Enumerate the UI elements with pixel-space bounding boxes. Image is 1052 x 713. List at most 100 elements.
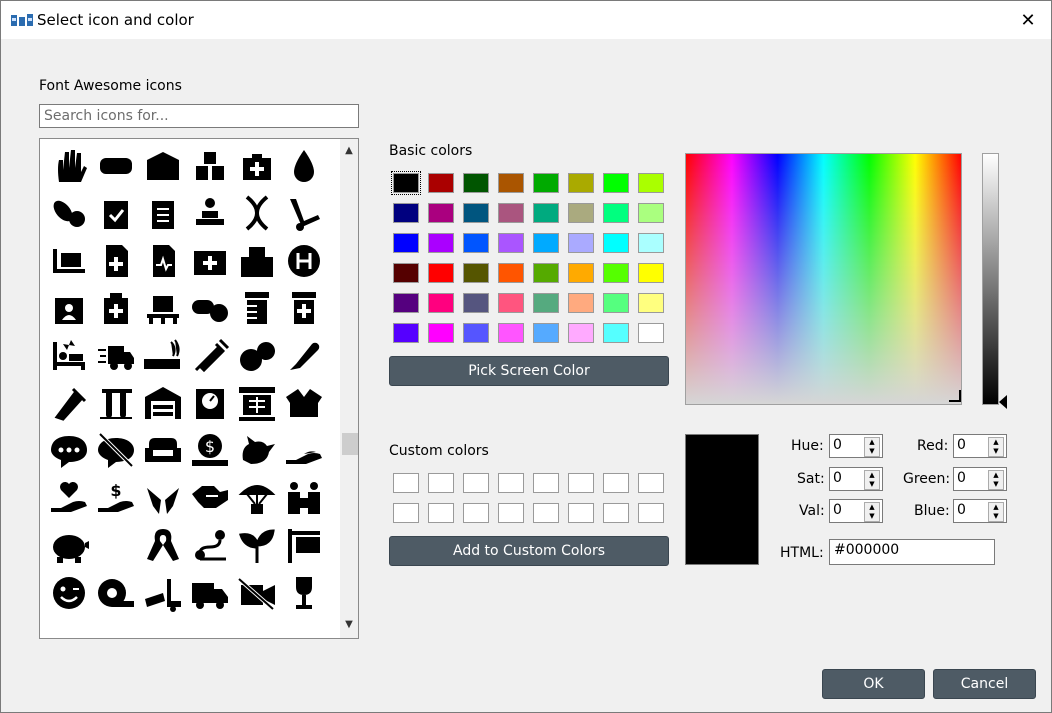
parachute-box-icon[interactable] (233, 478, 280, 525)
basic-color-swatch[interactable] (603, 263, 629, 283)
custom-color-swatch[interactable] (568, 503, 594, 523)
basic-color-swatch[interactable] (638, 233, 664, 253)
html-color-input[interactable]: #000000 (829, 539, 995, 565)
hand-holding-usd-icon[interactable]: $ (92, 478, 139, 525)
donate-icon[interactable]: $ (186, 430, 233, 477)
spin-up-icon[interactable]: ▲ (989, 438, 1003, 447)
hand-holding-heart-icon[interactable] (45, 478, 92, 525)
ribbon-icon[interactable] (139, 525, 186, 572)
color-spectrum[interactable] (685, 153, 962, 405)
basic-color-swatch[interactable] (428, 233, 454, 253)
basic-color-swatch[interactable] (568, 203, 594, 223)
blue-spinbox[interactable]: 0 ▲ ▼ (953, 499, 1007, 523)
file-medical-alt-icon[interactable] (139, 241, 186, 288)
x-ray-icon[interactable] (233, 383, 280, 430)
basic-color-swatch[interactable] (393, 323, 419, 343)
basic-color-swatch[interactable] (463, 203, 489, 223)
spin-down-icon[interactable]: ▼ (989, 480, 1003, 489)
basic-color-swatch[interactable] (533, 263, 559, 283)
people-carry-icon[interactable] (280, 478, 327, 525)
spin-down-icon[interactable]: ▼ (865, 447, 879, 456)
basic-color-swatch[interactable] (498, 293, 524, 313)
dna-icon[interactable] (233, 193, 280, 240)
basic-color-swatch[interactable] (638, 263, 664, 283)
basic-color-swatch[interactable] (428, 323, 454, 343)
diagnoses-icon[interactable] (186, 193, 233, 240)
basic-color-swatch[interactable] (568, 323, 594, 343)
handshake-icon[interactable] (186, 478, 233, 525)
band-aid-icon[interactable] (92, 146, 139, 193)
basic-color-swatch[interactable] (428, 173, 454, 193)
red-spinbox[interactable]: 0 ▲ ▼ (953, 434, 1007, 458)
dove-icon[interactable] (233, 430, 280, 477)
sat-spinbox[interactable]: 0 ▲ ▼ (829, 467, 883, 491)
video-slash-icon[interactable] (233, 573, 280, 620)
shipping-fast-icon[interactable] (92, 336, 139, 383)
seedling-icon[interactable] (233, 525, 280, 572)
custom-color-swatch[interactable] (533, 473, 559, 493)
basic-color-swatch[interactable] (498, 203, 524, 223)
hospital-symbol-icon[interactable] (280, 241, 327, 288)
spin-up-icon[interactable]: ▲ (865, 438, 879, 447)
add-custom-color-button[interactable]: Add to Custom Colors (389, 536, 669, 566)
custom-color-swatch[interactable] (463, 473, 489, 493)
custom-color-swatch[interactable] (568, 473, 594, 493)
custom-color-swatch[interactable] (638, 473, 664, 493)
basic-color-swatch[interactable] (393, 233, 419, 253)
scroll-down-icon[interactable]: ▼ (343, 619, 355, 631)
spin-down-icon[interactable]: ▼ (865, 512, 879, 521)
custom-color-swatch[interactable] (498, 473, 524, 493)
basic-color-swatch[interactable] (533, 293, 559, 313)
comment-slash-icon[interactable] (92, 430, 139, 477)
basic-color-swatch[interactable] (533, 323, 559, 343)
custom-color-swatch[interactable] (638, 503, 664, 523)
clipboard-check-icon[interactable] (92, 193, 139, 240)
custom-color-swatch[interactable] (533, 503, 559, 523)
basic-color-swatch[interactable] (391, 171, 421, 195)
custom-color-swatch[interactable] (428, 473, 454, 493)
luminance-marker-icon[interactable] (999, 395, 1007, 409)
basic-color-swatch[interactable] (393, 293, 419, 313)
green-spinbox[interactable]: 0 ▲ ▼ (953, 467, 1007, 491)
cancel-button[interactable]: Cancel (933, 669, 1036, 699)
icon-list[interactable]: $ $ ▲ ▼ (39, 138, 359, 639)
wine-glass-icon[interactable] (280, 573, 327, 620)
custom-color-swatch[interactable] (393, 503, 419, 523)
basic-color-swatch[interactable] (428, 203, 454, 223)
custom-color-swatch[interactable] (603, 503, 629, 523)
file-medical-icon[interactable] (92, 241, 139, 288)
basic-color-swatch[interactable] (463, 233, 489, 253)
luminance-bar[interactable] (982, 153, 999, 405)
spin-down-icon[interactable]: ▼ (865, 480, 879, 489)
clipboard-list-icon[interactable] (139, 193, 186, 240)
hand-holding-icon[interactable] (280, 430, 327, 477)
first-aid-kit-icon[interactable] (233, 146, 280, 193)
basic-color-swatch[interactable] (393, 203, 419, 223)
search-input[interactable] (39, 104, 359, 128)
pick-screen-color-button[interactable]: Pick Screen Color (389, 356, 669, 386)
route-icon[interactable] (186, 525, 233, 572)
basic-color-swatch[interactable] (498, 263, 524, 283)
id-card-alt-icon[interactable] (45, 288, 92, 335)
vials-icon[interactable] (92, 383, 139, 430)
dolly-flatbed-icon[interactable] (45, 241, 92, 288)
pills-icon[interactable] (186, 288, 233, 335)
hospital-icon[interactable] (233, 241, 280, 288)
basic-color-swatch[interactable] (463, 323, 489, 343)
procedures-icon[interactable] (45, 336, 92, 383)
sign-icon[interactable] (280, 525, 327, 572)
basic-color-swatch[interactable] (638, 173, 664, 193)
basic-color-swatch[interactable] (638, 323, 664, 343)
vial-icon[interactable] (45, 383, 92, 430)
notes-medical-icon[interactable] (92, 288, 139, 335)
custom-color-swatch[interactable] (603, 473, 629, 493)
basic-color-swatch[interactable] (463, 293, 489, 313)
syringe-icon[interactable] (186, 336, 233, 383)
prescription-bottle-icon[interactable] (233, 288, 280, 335)
basic-color-swatch[interactable] (463, 263, 489, 283)
warehouse-icon[interactable] (139, 383, 186, 430)
basic-color-swatch[interactable] (603, 173, 629, 193)
basic-color-swatch[interactable] (603, 323, 629, 343)
basic-color-swatch[interactable] (568, 173, 594, 193)
blank-icon[interactable] (92, 525, 139, 572)
